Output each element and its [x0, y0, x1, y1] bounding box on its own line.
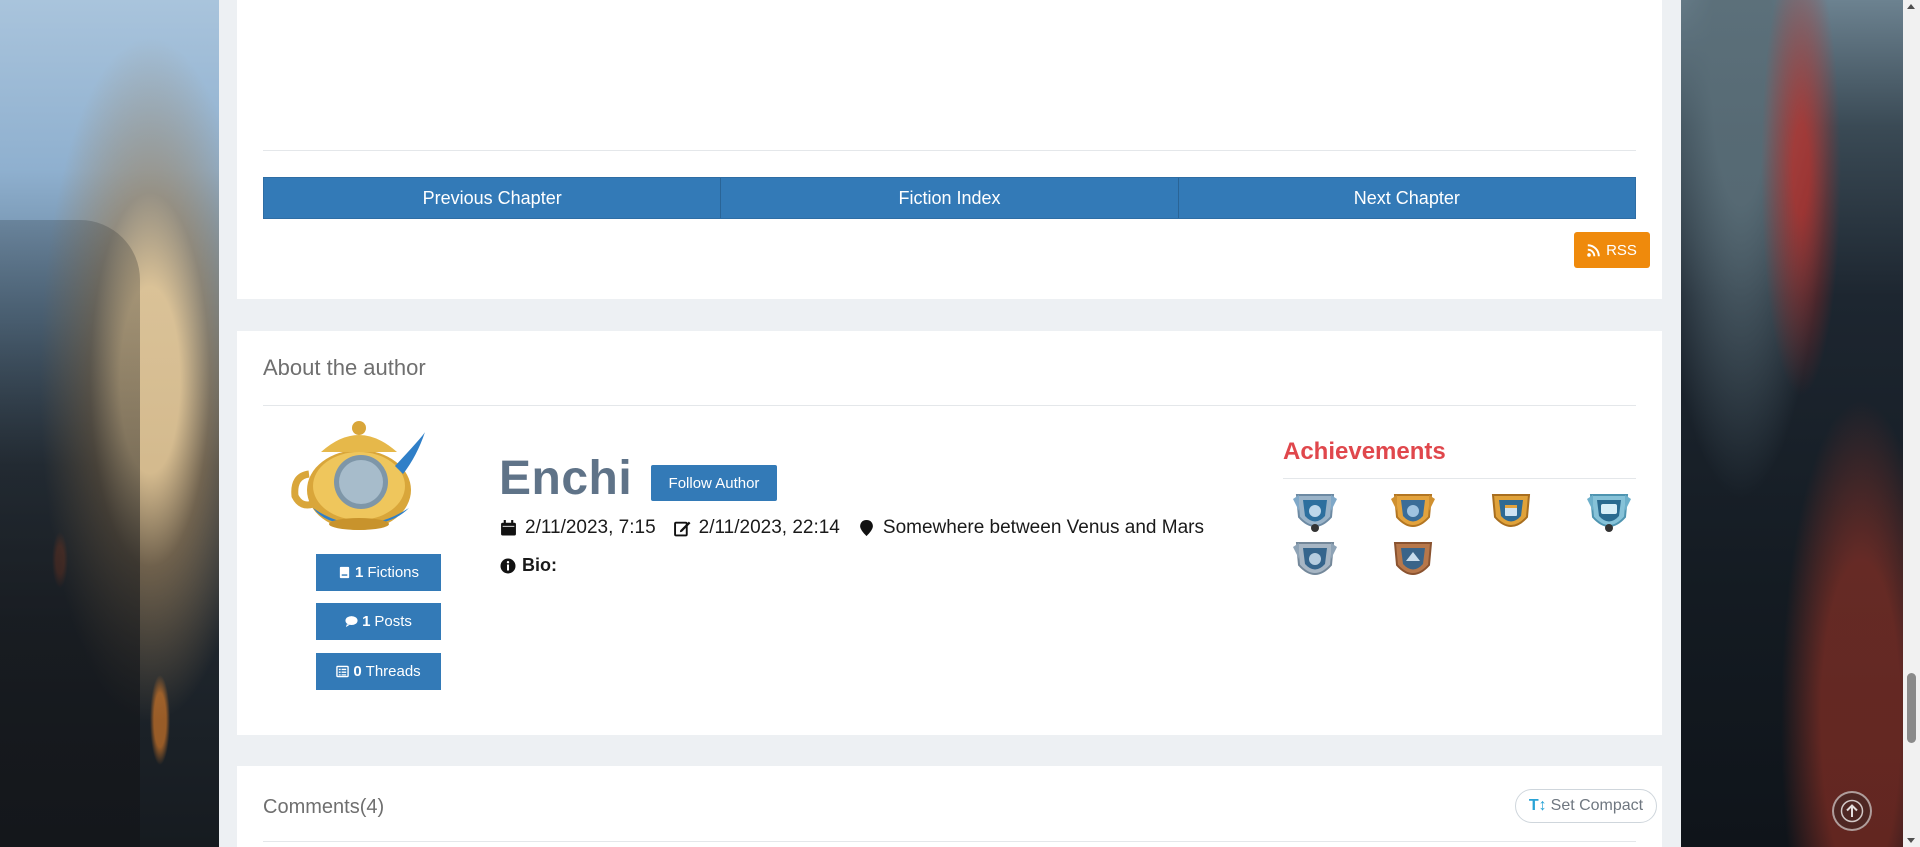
- arrow-up-icon: [1840, 799, 1864, 823]
- fiction-index-button[interactable]: Fiction Index: [721, 178, 1179, 218]
- achievement-badge-icon[interactable]: [1585, 489, 1633, 535]
- threads-label: Threads: [365, 663, 421, 680]
- chapter-navigation: Previous Chapter Fiction Index Next Chap…: [263, 177, 1636, 219]
- divider: [263, 405, 1636, 406]
- list-icon: [336, 665, 350, 678]
- comment-icon: [345, 616, 358, 628]
- achievement-badge-icon[interactable]: [1291, 537, 1339, 583]
- posts-count-button[interactable]: 1 Posts: [316, 603, 441, 640]
- text-height-icon: T↕: [1528, 797, 1547, 814]
- scrollbar-thumb[interactable]: [1907, 673, 1916, 743]
- rss-label: RSS: [1606, 241, 1637, 259]
- follow-author-button[interactable]: Follow Author: [651, 465, 777, 501]
- scroll-down-arrow-icon[interactable]: [1907, 838, 1915, 843]
- background-art-right: [1681, 0, 1903, 847]
- author-avatar[interactable]: [291, 416, 427, 534]
- achievement-badge-icon[interactable]: [1291, 489, 1339, 535]
- comments-card: Comments(4) T↕ Set Compact: [237, 766, 1662, 847]
- bio-label: Bio:: [522, 555, 557, 575]
- threads-count-button[interactable]: 0 Threads: [316, 653, 441, 690]
- divider: [1283, 478, 1636, 479]
- next-chapter-button[interactable]: Next Chapter: [1179, 178, 1635, 218]
- author-meta: 2/11/2023, 7:15 2/11/2023, 22:14 Somewhe…: [500, 517, 1222, 539]
- main-content: Previous Chapter Fiction Index Next Chap…: [219, 0, 1681, 847]
- fictions-count-button[interactable]: 1 Fictions: [316, 554, 441, 591]
- fictions-label: Fictions: [367, 564, 420, 581]
- bio: Bio:: [500, 555, 557, 576]
- achievements-title: Achievements: [1283, 438, 1446, 465]
- calendar-icon: [501, 520, 516, 536]
- fictions-count: 1: [354, 564, 364, 581]
- set-compact-button[interactable]: T↕ Set Compact: [1515, 789, 1657, 823]
- achievements-grid: [1283, 489, 1636, 583]
- page-scrollbar[interactable]: [1903, 0, 1920, 847]
- joined-date: 2/11/2023, 7:15: [500, 517, 656, 539]
- last-active-text: 2/11/2023, 22:14: [698, 517, 840, 538]
- edit-icon: [673, 521, 691, 537]
- posts-label: Posts: [374, 613, 412, 630]
- section-title: About the author: [263, 355, 426, 380]
- location: Somewhere between Venus and Mars: [858, 517, 1204, 539]
- comments-title: Comments(4): [263, 796, 385, 818]
- posts-count: 1: [362, 613, 371, 630]
- rss-icon: [1587, 243, 1600, 257]
- info-icon: [500, 558, 516, 573]
- book-icon: [339, 566, 350, 579]
- about-author-card: About the author 1 Fictions 1 Posts 0 Th…: [237, 331, 1662, 735]
- scroll-up-arrow-icon[interactable]: [1907, 4, 1915, 9]
- achievement-badge-icon[interactable]: [1389, 537, 1437, 583]
- previous-chapter-button[interactable]: Previous Chapter: [264, 178, 722, 218]
- location-text: Somewhere between Venus and Mars: [882, 517, 1204, 538]
- divider: [263, 841, 1636, 842]
- background-art-left: [0, 0, 220, 847]
- last-active-date: 2/11/2023, 22:14: [673, 517, 840, 539]
- achievement-badge-icon[interactable]: [1389, 489, 1437, 535]
- chapter-card: Previous Chapter Fiction Index Next Chap…: [237, 0, 1662, 299]
- joined-date-text: 2/11/2023, 7:15: [525, 517, 656, 538]
- threads-count: 0: [353, 663, 362, 680]
- divider: [263, 150, 1636, 151]
- author-name[interactable]: Enchi: [499, 451, 632, 506]
- map-marker-icon: [860, 520, 873, 536]
- scroll-to-top-button[interactable]: [1832, 791, 1872, 831]
- achievement-badge-icon[interactable]: [1487, 489, 1535, 535]
- rss-button[interactable]: RSS: [1574, 232, 1650, 268]
- set-compact-label: Set Compact: [1550, 797, 1644, 814]
